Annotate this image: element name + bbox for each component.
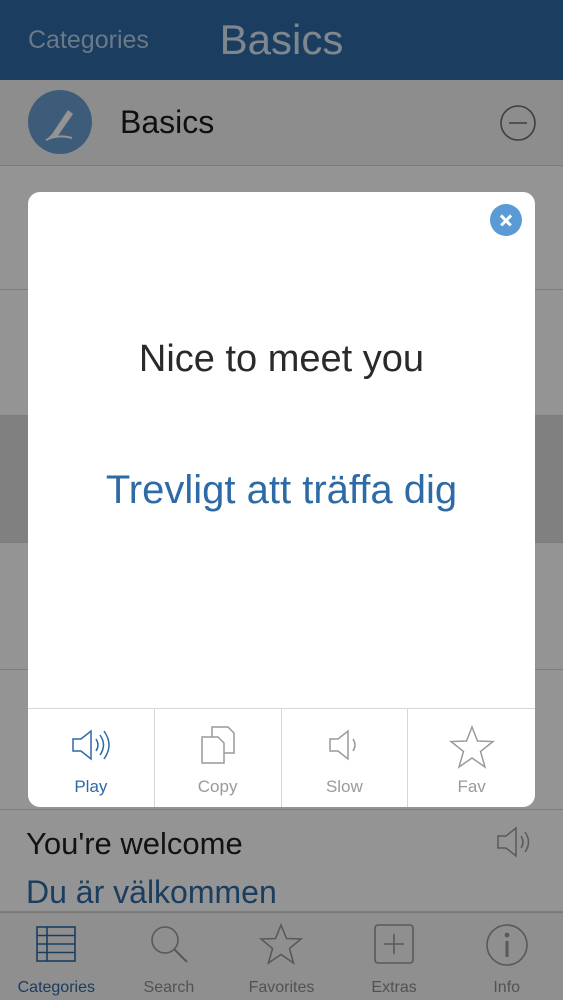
play-button[interactable]: Play [28,709,155,807]
speaker-icon [72,729,110,761]
action-label: Play [74,777,108,796]
action-label: Slow [325,777,363,796]
speaker-slow-icon [329,729,357,761]
modal-actions: Play Copy Slow Fav [28,708,535,807]
phrase-detail-modal: Nice to meet you Trevligt att träffa dig… [28,192,535,807]
copy-icon [200,726,235,764]
action-label: Fav [457,777,486,796]
action-label: Copy [197,777,238,796]
modal-phrase: Nice to meet you [138,338,425,380]
close-icon[interactable] [490,204,522,236]
slow-play-button[interactable]: Slow [282,709,409,807]
star-icon [448,725,495,769]
favorite-button[interactable]: Fav [408,709,535,807]
copy-button[interactable]: Copy [155,709,282,807]
modal-translation: Trevligt att träffa dig [105,468,458,512]
